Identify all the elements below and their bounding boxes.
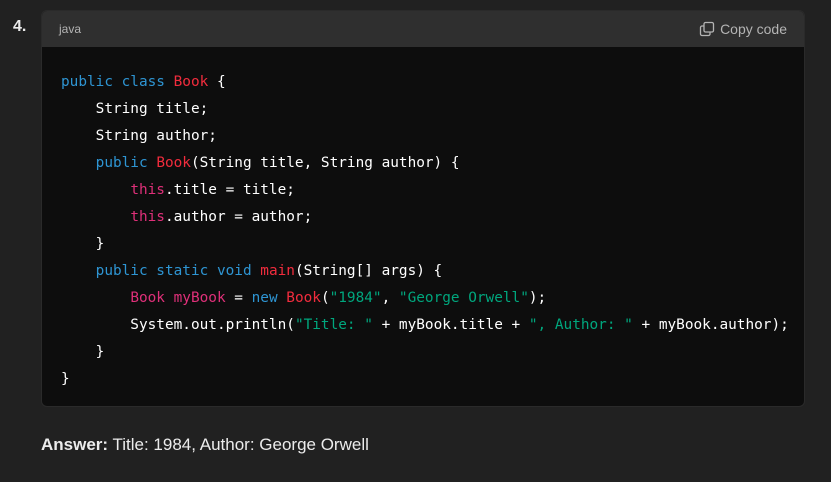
code-token: String title; <box>61 101 209 117</box>
code-token: .title = title; <box>164 182 295 198</box>
code-token: } <box>61 236 105 252</box>
code-token: (String title, String author) { <box>190 155 460 171</box>
code-language-label: java <box>59 22 82 36</box>
code-line: System.out.println("Title: " + myBook.ti… <box>61 312 789 339</box>
code-token: String author; <box>61 128 217 144</box>
code-token: + myBook.title + <box>372 317 529 333</box>
code-line: public class Book { <box>61 69 785 96</box>
code-token: Book myBook <box>130 290 226 306</box>
code-token: (String[] args) { <box>294 263 443 279</box>
copy-code-button[interactable]: Copy code <box>699 21 787 37</box>
code-token: "1984" <box>329 290 382 306</box>
answer-text: Title: 1984, Author: George Orwell <box>108 435 369 454</box>
code-body[interactable]: public class Book { String title; String… <box>42 47 804 393</box>
code-token: } <box>61 344 105 360</box>
code-token: this <box>130 209 165 225</box>
code-token: public <box>95 155 157 171</box>
code-header: java Copy code <box>42 11 804 47</box>
code-token: + myBook.author); <box>632 317 789 333</box>
code-line: String author; <box>61 123 785 150</box>
code-token: Book <box>156 155 191 171</box>
code-token: main <box>260 263 295 279</box>
code-token: Book <box>286 290 321 306</box>
code-line: } <box>61 339 785 366</box>
code-token: ); <box>528 290 547 306</box>
code-block: java Copy code public class Book { Strin… <box>41 10 805 407</box>
code-token: "George Orwell" <box>398 290 529 306</box>
list-number: 4. <box>13 18 27 35</box>
code-line: this.author = author; <box>61 204 785 231</box>
code-token: public class <box>61 74 174 90</box>
code-token: this <box>130 182 165 198</box>
code-line: public static void main(String[] args) { <box>61 258 785 285</box>
code-token: } <box>61 371 70 387</box>
code-token: ", Author: " <box>528 317 633 333</box>
code-line: } <box>61 231 785 258</box>
answer-label: Answer: <box>41 435 109 454</box>
code-token: Book <box>173 74 209 90</box>
code-token: new <box>251 290 287 306</box>
code-line: Book myBook = new Book("1984", "George O… <box>61 285 785 312</box>
code-token: ( <box>320 290 330 306</box>
code-token: "Title: " <box>294 317 373 333</box>
code-line: String title; <box>61 96 785 123</box>
code-token: = <box>225 290 252 306</box>
copy-icon <box>699 21 715 37</box>
code-line: this.title = title; <box>61 177 785 204</box>
code-token: System.out.println( <box>61 317 295 333</box>
code-token: , <box>381 290 399 306</box>
code-token: public static void <box>95 263 261 279</box>
code-token: .author = author; <box>164 209 313 225</box>
code-token: { <box>208 74 226 90</box>
copy-code-label: Copy code <box>720 21 787 37</box>
answer: Answer: Title: 1984, Author: George Orwe… <box>41 435 369 455</box>
code-line: } <box>61 366 785 393</box>
code-line: public Book(String title, String author)… <box>61 150 785 177</box>
